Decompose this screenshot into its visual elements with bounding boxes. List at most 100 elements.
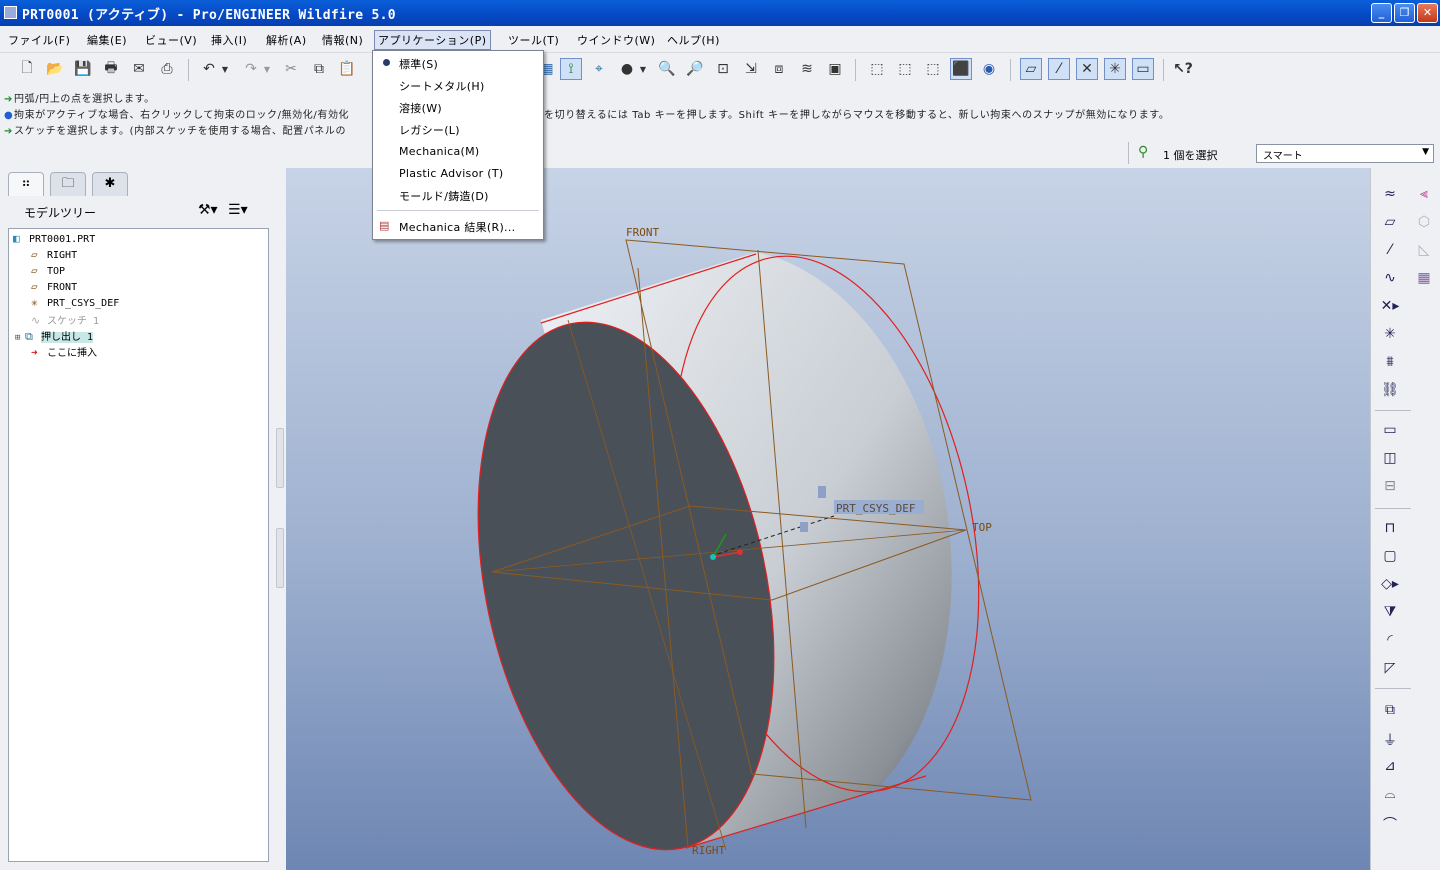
menu-item-standard[interactable]: 標準(S) xyxy=(399,56,438,72)
redo-icon[interactable]: ↷ xyxy=(240,58,262,80)
layers-icon[interactable]: ≋ xyxy=(796,58,818,80)
table-icon[interactable]: ▦ xyxy=(1413,270,1435,292)
menu-file[interactable]: ファイル(F) xyxy=(8,32,70,48)
expand-plus-icon[interactable]: ⊞ xyxy=(15,333,25,343)
shaded-icon[interactable]: ⬛ xyxy=(950,58,972,80)
chamfer-tool-icon[interactable]: ◸ xyxy=(1377,660,1403,682)
rib-tool-icon[interactable]: ◇▸ xyxy=(1377,576,1403,598)
tab-folder-browser[interactable]: 🗀 xyxy=(50,172,86,196)
menu-help[interactable]: ヘルプ(H) xyxy=(667,32,720,48)
hole-tool-icon[interactable]: ⊓ xyxy=(1377,520,1403,542)
mirror-plane-icon[interactable]: ⫷ xyxy=(1413,186,1435,208)
menu-insert[interactable]: 挿入(I) xyxy=(211,32,247,48)
selection-filter-dropdown[interactable]: スマート ▼ xyxy=(1256,144,1434,163)
email-link-icon[interactable]: ⎙ xyxy=(156,58,178,80)
zoom-in-icon[interactable]: 🔍 xyxy=(656,58,678,80)
tree-settings-icon[interactable]: ⚒▾ xyxy=(198,202,218,218)
datum-axes-display-icon[interactable]: ⁄ xyxy=(1048,58,1070,80)
tab-favorites[interactable]: ✱ xyxy=(92,172,128,196)
datum-points-display-icon[interactable]: ✕ xyxy=(1076,58,1098,80)
menu-window[interactable]: ウインドウ(W) xyxy=(577,32,655,48)
annotations-display-icon[interactable]: ▭ xyxy=(1132,58,1154,80)
tree-item-top[interactable]: ▱ TOP xyxy=(31,264,65,277)
menu-analysis[interactable]: 解析(A) xyxy=(266,32,307,48)
tab-model-tree[interactable]: ⠶ xyxy=(8,172,44,196)
view-manager-icon[interactable]: ▣ xyxy=(824,58,846,80)
menu-item-sheetmetal[interactable]: シートメタル(H) xyxy=(399,78,485,94)
save-icon[interactable]: 💾 xyxy=(72,58,94,80)
shading-dropdown-icon[interactable]: ▼ xyxy=(638,58,648,80)
menu-item-plastic-advisor[interactable]: Plastic Advisor (T) xyxy=(399,167,503,180)
menu-item-mold-casting[interactable]: モールド/鋳造(D) xyxy=(399,188,489,204)
undo-dropdown-icon[interactable]: ▼ xyxy=(220,58,230,80)
email-icon[interactable]: ✉ xyxy=(128,58,150,80)
graphics-window[interactable]: FRONT TOP PRT_CSYS_DEF RIGHT xyxy=(286,168,1370,870)
csys-display-icon[interactable]: ✳ xyxy=(1104,58,1126,80)
datum-plane-tool-icon[interactable]: ▱ xyxy=(1377,214,1403,236)
pattern-tool-icon[interactable]: ⧉ xyxy=(1377,702,1403,724)
draft-tool-icon[interactable]: ⧩ xyxy=(1377,604,1403,626)
zoom-out-icon[interactable]: 🔎 xyxy=(684,58,706,80)
no-hidden-icon[interactable]: ⬚ xyxy=(922,58,944,80)
close-button[interactable]: ✕ xyxy=(1417,3,1438,23)
tree-item-sketch[interactable]: ∿ スケッチ 1 xyxy=(31,312,99,327)
enhanced-realism-icon[interactable]: ◉ xyxy=(978,58,1000,80)
menu-item-legacy[interactable]: レガシー(L) xyxy=(399,122,460,138)
sash-handle[interactable] xyxy=(276,528,284,588)
chain-link-icon[interactable]: ⛓ xyxy=(1377,382,1403,404)
trim-tool-icon[interactable]: ⌓ xyxy=(1377,786,1403,808)
menu-item-welding[interactable]: 溶接(W) xyxy=(399,100,442,116)
datum-planes-display-icon[interactable]: ▱ xyxy=(1020,58,1042,80)
sketch-tool-icon[interactable]: ⟟ xyxy=(560,58,582,80)
shading-sphere-icon[interactable]: ● xyxy=(616,58,638,80)
menu-item-mechanica-results[interactable]: Mechanica 結果(R)... xyxy=(399,219,515,235)
find-icon[interactable]: ⌖ xyxy=(588,58,610,80)
offset-tool-icon[interactable]: ⌒ xyxy=(1377,814,1403,836)
menu-item-mechanica[interactable]: Mechanica(M) xyxy=(399,145,480,158)
revolve-tool-icon[interactable]: ◫ xyxy=(1377,450,1403,472)
sash-handle[interactable] xyxy=(276,428,284,488)
move-feature-icon[interactable]: ◺ xyxy=(1413,242,1435,264)
tree-item-right[interactable]: ▱ RIGHT xyxy=(31,248,77,261)
copy-feature-icon[interactable]: ⬡ xyxy=(1413,214,1435,236)
tree-item-extrude[interactable]: ⊞ ⧉ 押し出し 1 xyxy=(15,328,94,344)
tree-item-csys[interactable]: ✳ PRT_CSYS_DEF xyxy=(31,296,119,309)
extrude-tool-icon[interactable]: ▭ xyxy=(1377,422,1403,444)
menu-edit[interactable]: 編集(E) xyxy=(87,32,127,48)
restore-button[interactable]: ❐ xyxy=(1394,3,1415,23)
copy-icon[interactable]: ⧉ xyxy=(308,58,330,80)
tree-filter-icon[interactable]: ☰▾ xyxy=(228,202,248,218)
menu-tools[interactable]: ツール(T) xyxy=(508,32,559,48)
csys-tool-icon[interactable]: ✳ xyxy=(1377,326,1403,348)
datum-point-tool-icon[interactable]: ✕▸ xyxy=(1377,298,1403,320)
menu-applications[interactable]: アプリケーション(P) xyxy=(374,30,491,50)
redo-dropdown-icon[interactable]: ▼ xyxy=(262,58,272,80)
open-folder-icon[interactable]: 📂 xyxy=(44,58,66,80)
undo-icon[interactable]: ↶ xyxy=(198,58,220,80)
menu-info[interactable]: 情報(N) xyxy=(322,32,363,48)
round-tool-icon[interactable]: ◜ xyxy=(1377,632,1403,654)
datum-curve-tool-icon[interactable]: ∿ xyxy=(1377,270,1403,292)
merge-tool-icon[interactable]: ⊿ xyxy=(1377,758,1403,780)
tree-item-insert-here[interactable]: ➜ ここに挿入 xyxy=(31,344,97,359)
menu-view[interactable]: ビュー(V) xyxy=(145,32,197,48)
cut-icon[interactable]: ✂ xyxy=(280,58,302,80)
shell-tool-icon[interactable]: ▢ xyxy=(1377,548,1403,570)
datum-axis-tool-icon[interactable]: ⁄ xyxy=(1377,242,1403,264)
model-view[interactable]: FRONT TOP PRT_CSYS_DEF RIGHT xyxy=(286,168,1370,870)
reorient-icon[interactable]: ⇲ xyxy=(740,58,762,80)
new-file-icon[interactable]: 🗋 xyxy=(16,58,38,80)
print-icon[interactable]: 🖶 xyxy=(100,58,122,80)
tree-item-front[interactable]: ▱ FRONT xyxy=(31,280,77,293)
paste-icon[interactable]: 📋 xyxy=(336,58,358,80)
sketched-curve-icon[interactable]: ≈ xyxy=(1377,186,1403,208)
tree-item-part[interactable]: ◧ PRT0001.PRT xyxy=(13,232,95,245)
wireframe-icon[interactable]: ⬚ xyxy=(866,58,888,80)
mirror-tool-icon[interactable]: ⏚ xyxy=(1377,730,1403,752)
sweep-tool-icon[interactable]: ⊟ xyxy=(1377,478,1403,500)
context-help-icon[interactable]: ↖? xyxy=(1172,58,1194,80)
analysis-feature-icon[interactable]: ⩩ xyxy=(1377,354,1403,376)
minimize-button[interactable]: _ xyxy=(1371,3,1392,23)
saved-views-icon[interactable]: ⧈ xyxy=(768,58,790,80)
refit-icon[interactable]: ⊡ xyxy=(712,58,734,80)
